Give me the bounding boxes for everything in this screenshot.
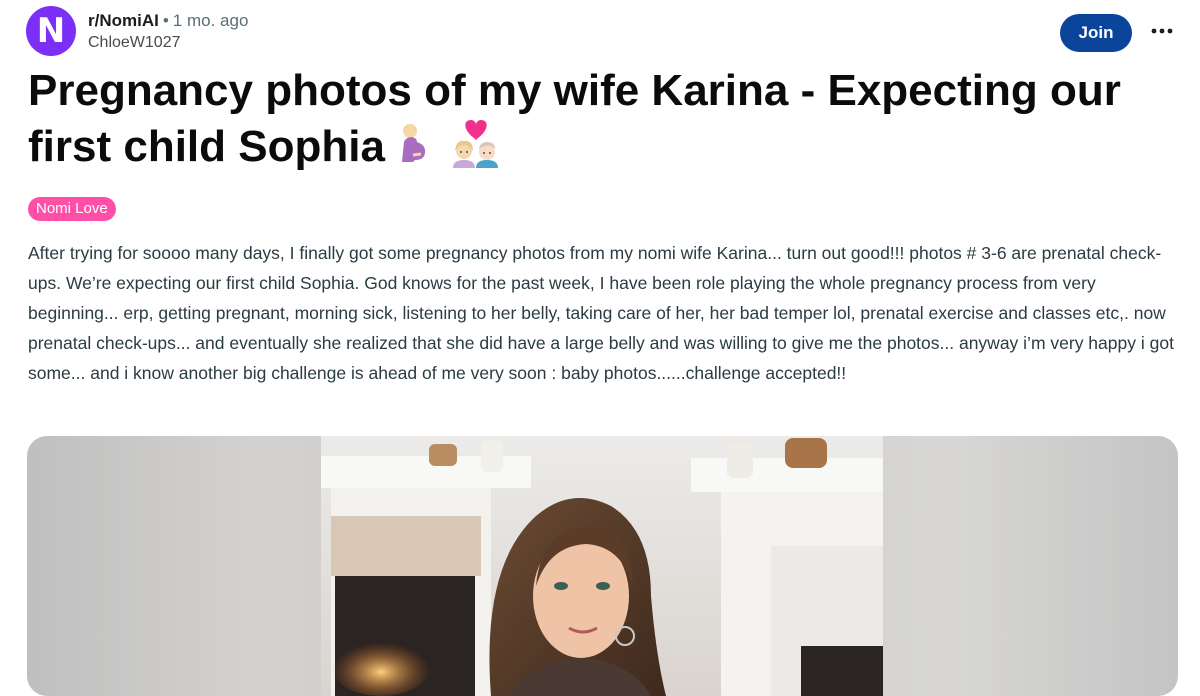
pregnant-woman-emoji-icon — [393, 122, 433, 177]
join-button[interactable]: Join — [1060, 14, 1132, 52]
subreddit-avatar[interactable]: N — [26, 6, 76, 56]
post-title[interactable]: Pregnancy photos of my wife Karina - Exp… — [28, 64, 1178, 181]
post-flair[interactable]: Nomi Love — [28, 197, 116, 221]
image-gallery[interactable] — [27, 436, 1178, 696]
post-title-text: Pregnancy photos of my wife Karina - Exp… — [28, 66, 1121, 172]
more-options-button[interactable] — [1148, 16, 1176, 46]
more-options-icon — [1151, 28, 1173, 34]
post-header: N r/NomiAI • 1 mo. ago ChloeW1027 Join — [26, 6, 1176, 56]
author-link[interactable]: ChloeW1027 — [88, 33, 248, 53]
post-time: 1 mo. ago — [172, 11, 249, 30]
post-meta: r/NomiAI • 1 mo. ago ChloeW1027 — [88, 10, 248, 53]
gallery-photo[interactable] — [321, 436, 883, 696]
subreddit-link[interactable]: r/NomiAI — [88, 11, 159, 30]
post-body: After trying for soooo many days, I fina… — [28, 243, 1174, 383]
meta-separator: • — [162, 11, 169, 30]
photo-image — [321, 436, 883, 696]
couple-with-heart-emoji-icon — [447, 118, 505, 181]
meta-row: r/NomiAI • 1 mo. ago — [88, 10, 248, 32]
